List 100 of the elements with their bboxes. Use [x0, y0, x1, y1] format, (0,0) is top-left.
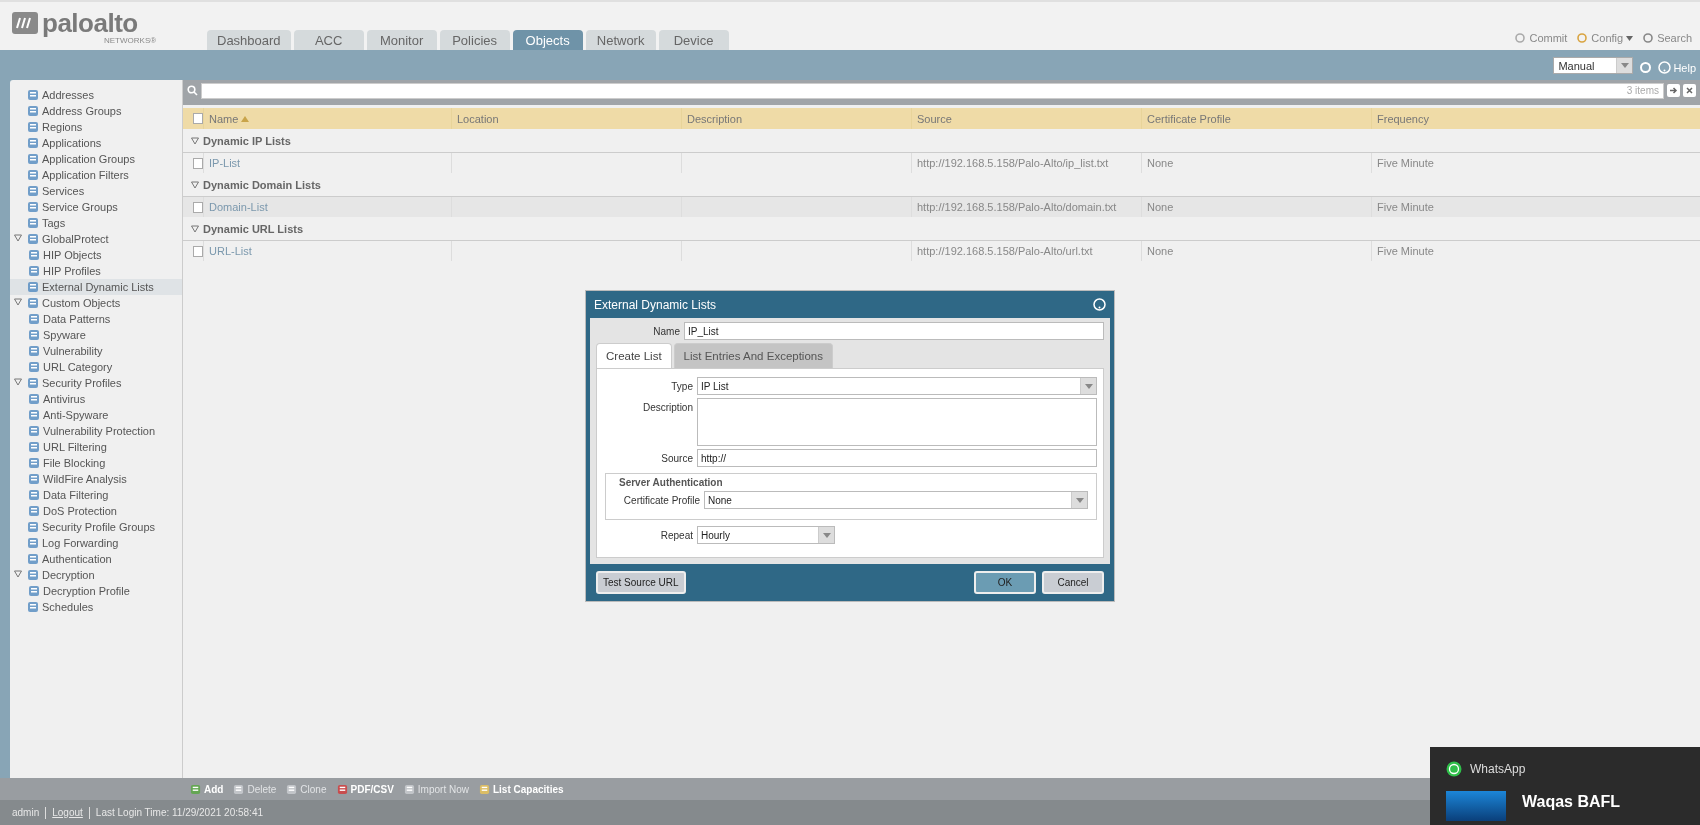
repeat-select[interactable]: Hourly	[697, 526, 835, 544]
photo-placeholder	[1446, 791, 1506, 821]
notification-toast[interactable]: WhatsApp Waqas BAFL	[1430, 747, 1700, 825]
row-checkbox[interactable]	[193, 245, 203, 257]
source-field[interactable]: http://	[697, 449, 1097, 467]
expand-triangle-icon[interactable]	[191, 180, 199, 189]
object-icon	[27, 377, 39, 389]
apply-filter-icon[interactable]	[1667, 84, 1680, 97]
object-icon	[27, 153, 39, 165]
sidebar-item[interactable]: Application Groups	[10, 151, 182, 167]
nav-tab[interactable]: Device	[658, 30, 729, 50]
group-header[interactable]: Dynamic IP Lists	[203, 134, 291, 147]
object-icon	[27, 121, 39, 133]
object-icon	[27, 169, 39, 181]
mode-select[interactable]: Manual	[1553, 57, 1634, 74]
sidebar-item[interactable]: Service Groups	[10, 199, 182, 215]
sidebar-item[interactable]: HIP Profiles	[10, 263, 182, 279]
test-source-url-button[interactable]: Test Source URL	[596, 571, 686, 594]
object-icon	[28, 441, 40, 453]
caret-icon	[822, 532, 831, 538]
nav-tab[interactable]: Dashboard	[207, 30, 291, 50]
sidebar-item[interactable]: URL Category	[10, 359, 182, 375]
certificate-profile-select[interactable]: None	[704, 491, 1088, 509]
sidebar-item[interactable]: Antivirus	[10, 391, 182, 407]
sidebar-item[interactable]: Custom Objects	[10, 295, 182, 311]
row-checkbox[interactable]	[193, 201, 203, 213]
sidebar-item[interactable]: Regions	[10, 119, 182, 135]
nav-tab[interactable]: Monitor	[366, 30, 437, 50]
expand-triangle-icon[interactable]	[191, 224, 199, 233]
object-icon	[27, 105, 39, 117]
sort-arrow-icon	[241, 115, 250, 122]
sidebar-item[interactable]: Decryption Profile	[10, 583, 182, 599]
expand-triangle-icon[interactable]	[14, 298, 22, 306]
sidebar-item[interactable]: Log Forwarding	[10, 535, 182, 551]
expand-triangle-icon[interactable]	[191, 136, 199, 145]
name-field[interactable]: IP_List	[684, 322, 1104, 340]
group-header[interactable]: Dynamic URL Lists	[203, 222, 304, 235]
sidebar-item[interactable]: External Dynamic Lists	[10, 279, 182, 295]
object-icon	[28, 473, 40, 485]
username: admin	[12, 807, 40, 818]
expand-triangle-icon[interactable]	[14, 570, 22, 578]
object-icon	[28, 457, 40, 469]
sidebar-item[interactable]: Services	[10, 183, 182, 199]
sidebar-item[interactable]: Address Groups	[10, 103, 182, 119]
sidebar-item[interactable]: Tags	[10, 215, 182, 231]
table-cell: http://192.168.5.158/Palo-Alto/ip_list.txt	[911, 153, 1141, 173]
caret-icon	[1084, 383, 1093, 389]
sidebar-item[interactable]: Data Patterns	[10, 311, 182, 327]
sidebar-item[interactable]: Applications	[10, 135, 182, 151]
object-icon	[27, 137, 39, 149]
sidebar-item[interactable]: Data Filtering	[10, 487, 182, 503]
sidebar-item[interactable]: Application Filters	[10, 167, 182, 183]
expand-triangle-icon[interactable]	[14, 378, 22, 386]
object-icon	[27, 601, 39, 613]
table-cell: None	[1141, 241, 1371, 261]
table-cell: http://192.168.5.158/Palo-Alto/domain.txt	[911, 197, 1141, 217]
expand-triangle-icon[interactable]	[14, 234, 22, 242]
description-field[interactable]	[697, 398, 1097, 446]
sidebar-item[interactable]: DoS Protection	[10, 503, 182, 519]
sidebar-item[interactable]: URL Filtering	[10, 439, 182, 455]
nav-tab[interactable]: ACC	[293, 30, 364, 50]
row-checkbox[interactable]	[193, 157, 203, 169]
sidebar-item[interactable]: Decryption	[10, 567, 182, 583]
group-header[interactable]: Dynamic Domain Lists	[203, 178, 321, 191]
object-icon	[28, 265, 40, 277]
sidebar-item[interactable]: GlobalProtect	[10, 231, 182, 247]
sidebar-item[interactable]: Security Profile Groups	[10, 519, 182, 535]
sidebar-item[interactable]: Anti-Spyware	[10, 407, 182, 423]
cancel-button[interactable]: Cancel	[1042, 571, 1104, 594]
dialog-tab[interactable]: Create List	[596, 343, 672, 368]
table-cell: http://192.168.5.158/Palo-Alto/url.txt	[911, 241, 1141, 261]
sidebar-item[interactable]: Addresses	[10, 87, 182, 103]
sidebar-item[interactable]: Spyware	[10, 327, 182, 343]
dialog-title: External Dynamic Lists	[594, 297, 717, 312]
object-icon	[27, 569, 39, 581]
select-all-checkbox[interactable]	[193, 113, 203, 124]
sidebar-item[interactable]: HIP Objects	[10, 247, 182, 263]
table-cell: None	[1141, 153, 1371, 173]
clear-filter-icon[interactable]	[1683, 84, 1696, 97]
caret-icon	[1620, 63, 1629, 68]
sidebar-item[interactable]: Schedules	[10, 599, 182, 615]
field-label: Certificate Profile	[622, 494, 700, 506]
table-cell: Five Minute	[1371, 197, 1700, 217]
object-icon	[28, 345, 40, 357]
help-icon[interactable]	[1093, 298, 1106, 311]
sidebar-item[interactable]: Vulnerability Protection	[10, 423, 182, 439]
logo-text: paloalto	[42, 7, 138, 38]
nav-tab[interactable]: Network	[585, 30, 656, 50]
sidebar-item[interactable]: Authentication	[10, 551, 182, 567]
type-select[interactable]: IP List	[697, 377, 1097, 395]
nav-tab[interactable]: Policies	[439, 30, 510, 50]
dialog-tab[interactable]: List Entries And Exceptions	[673, 343, 833, 368]
object-icon	[28, 329, 40, 341]
ok-button[interactable]: OK	[974, 571, 1036, 594]
field-label: Description	[641, 401, 693, 413]
caret-icon	[1626, 35, 1634, 41]
sidebar-item[interactable]: File Blocking	[10, 455, 182, 471]
sidebar-item[interactable]: Security Profiles	[10, 375, 182, 391]
sidebar-item[interactable]: Vulnerability	[10, 343, 182, 359]
sidebar-item[interactable]: WildFire Analysis	[10, 471, 182, 487]
